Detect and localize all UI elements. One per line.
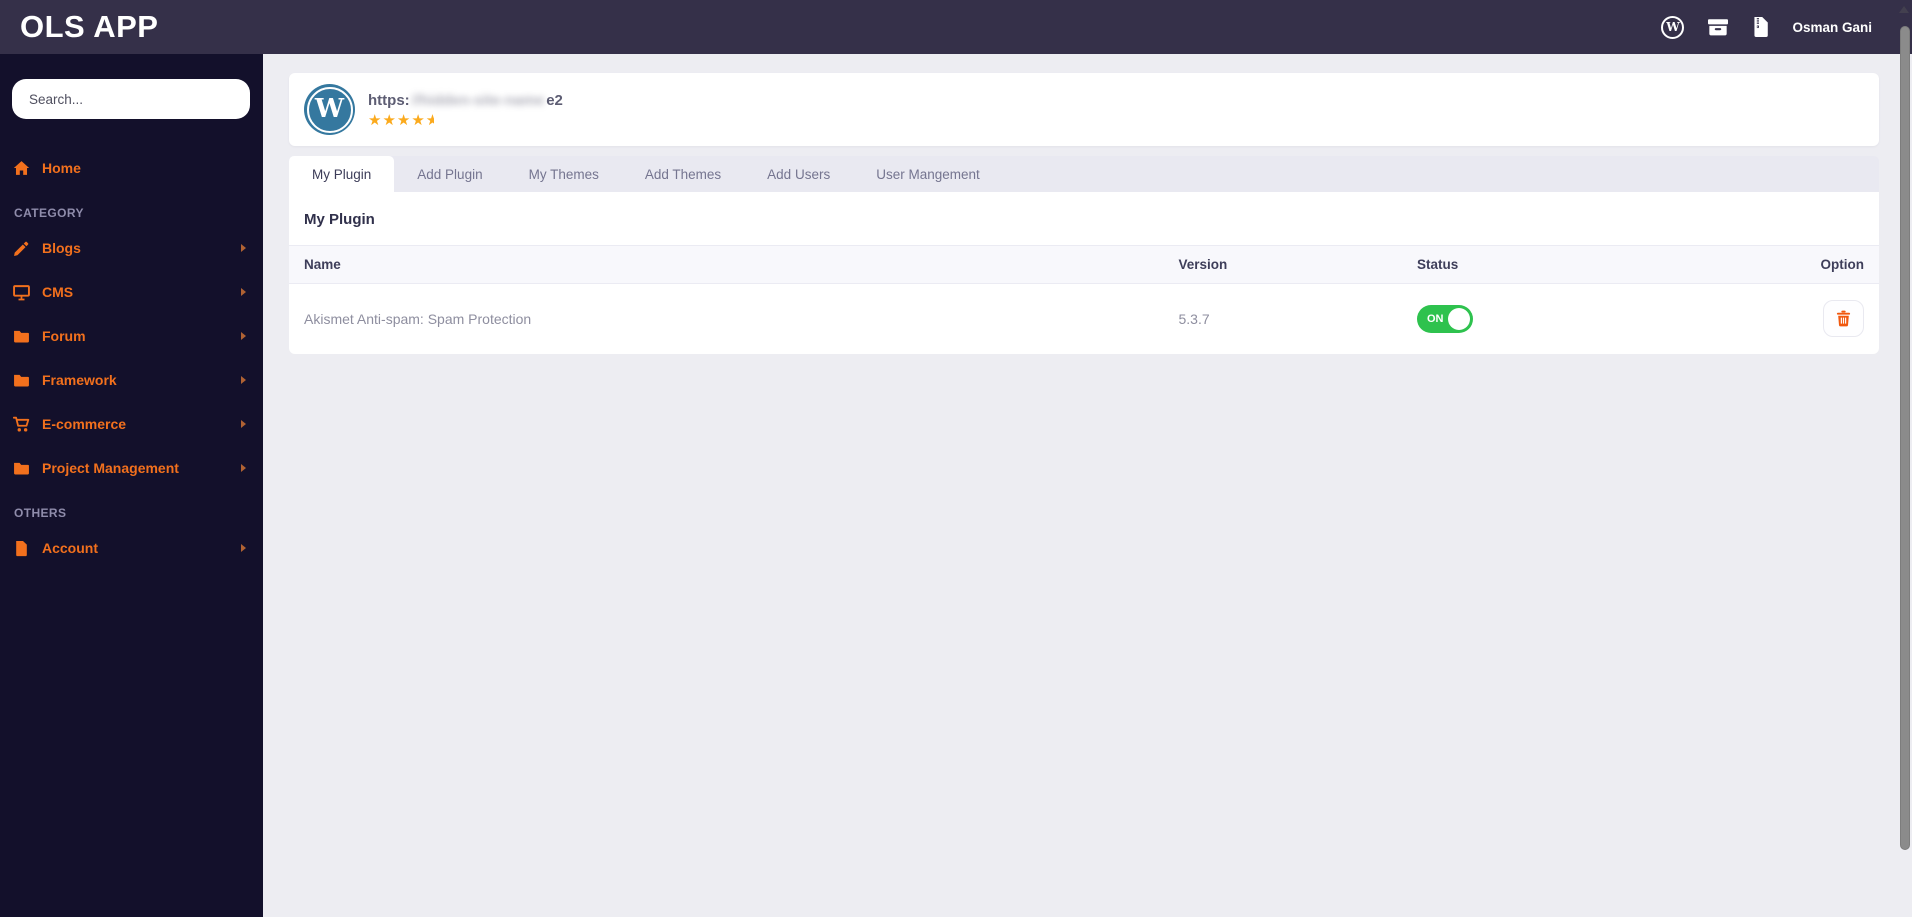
sidebar-item-account[interactable]: Account	[0, 526, 263, 570]
file-icon	[16, 540, 27, 556]
app-logo[interactable]: OLS APP	[20, 9, 158, 45]
tab-add-themes[interactable]: Add Themes	[622, 156, 744, 192]
sidebar-item-framework[interactable]: Framework	[0, 358, 263, 402]
chevron-right-icon	[241, 544, 246, 552]
vertical-scrollbar[interactable]	[1898, 0, 1912, 917]
sidebar: Home CATEGORY Blogs CMS Forum	[0, 54, 263, 917]
toggle-knob	[1448, 307, 1470, 330]
column-header-version: Version	[1163, 245, 1402, 284]
category-list: Blogs CMS Forum Framework E-commerce Pro…	[0, 226, 263, 490]
folder-icon	[14, 374, 29, 387]
others-list: Account	[0, 526, 263, 570]
plugin-name-cell: Akismet Anti-spam: Spam Protection	[304, 310, 532, 327]
sidebar-section-others: OTHERS	[14, 506, 67, 520]
delete-plugin-button[interactable]	[1823, 300, 1864, 338]
chevron-right-icon	[241, 244, 246, 252]
sidebar-item-label: Account	[42, 540, 98, 556]
site-url: https://hidden-site-name e2	[368, 91, 563, 109]
table-header-row: Name Version Status Option	[289, 245, 1879, 284]
chevron-right-icon	[241, 376, 246, 384]
wordpress-avatar: W	[304, 84, 355, 135]
sidebar-item-home[interactable]: Home	[0, 146, 263, 190]
table-row: Akismet Anti-spam: Spam Protection 5.3.7…	[289, 284, 1879, 354]
wordpress-icon[interactable]: W	[1661, 15, 1685, 39]
pen-icon	[14, 241, 29, 256]
tab-my-themes[interactable]: My Themes	[506, 156, 622, 192]
tab-add-users[interactable]: Add Users	[744, 156, 853, 192]
panel-title: My Plugin	[304, 211, 375, 228]
chevron-right-icon	[241, 332, 246, 340]
chevron-right-icon	[241, 288, 246, 296]
sidebar-item-label: Blogs	[42, 240, 81, 256]
sidebar-item-label: Home	[42, 160, 81, 176]
column-header-option: Option	[1751, 245, 1879, 284]
toggle-on-label: ON	[1427, 312, 1444, 325]
cart-icon	[13, 416, 30, 432]
sidebar-item-label: Framework	[42, 372, 117, 388]
tab-user-mangement[interactable]: User Mangement	[853, 156, 1003, 192]
chevron-right-icon	[241, 464, 246, 472]
user-name[interactable]: Osman Gani	[1792, 20, 1872, 35]
scrollbar-thumb[interactable]	[1900, 26, 1910, 850]
redacted-url-segment: //hidden-site-name	[411, 91, 545, 109]
column-header-status: Status	[1402, 245, 1752, 284]
site-header-card: W https://hidden-site-name e2 ★★★★★	[289, 73, 1879, 146]
tab-my-plugin[interactable]: My Plugin	[289, 156, 395, 192]
sidebar-item-forum[interactable]: Forum	[0, 314, 263, 358]
status-toggle[interactable]: ON	[1417, 304, 1473, 333]
sidebar-item-blogs[interactable]: Blogs	[0, 226, 263, 270]
topbar-actions: W Osman Gani	[1661, 15, 1888, 39]
home-icon	[13, 160, 30, 175]
half-star-icon: ★	[425, 112, 434, 128]
sidebar-item-project-management[interactable]: Project Management	[0, 446, 263, 490]
desktop-icon	[13, 284, 30, 300]
sidebar-section-category: CATEGORY	[14, 206, 84, 220]
archive-box-icon[interactable]	[1708, 18, 1729, 36]
main-content: W https://hidden-site-name e2 ★★★★★ My Pl…	[263, 54, 1912, 917]
tab-bar: My Plugin Add Plugin My Themes Add Theme…	[289, 156, 1879, 192]
search-input[interactable]	[12, 79, 250, 119]
column-header-name: Name	[289, 245, 1164, 284]
sidebar-item-label: Forum	[42, 328, 86, 344]
plugins-table: Name Version Status Option Akismet Anti-…	[289, 245, 1879, 354]
folder-icon	[14, 462, 29, 475]
sidebar-item-label: E-commerce	[42, 416, 127, 432]
plugin-status-cell: ON	[1402, 284, 1752, 354]
my-plugin-panel: My Plugin Name Version Status Option Aki…	[289, 192, 1879, 354]
sidebar-item-ecommerce[interactable]: E-commerce	[0, 402, 263, 446]
plugin-version-cell: 5.3.7	[1178, 310, 1210, 327]
plugin-option-cell	[1752, 284, 1879, 354]
scroll-up-arrow-icon[interactable]	[1899, 6, 1909, 13]
sidebar-item-label: Project Management	[42, 460, 179, 476]
trash-icon	[1836, 310, 1851, 327]
file-zip-icon[interactable]	[1752, 17, 1769, 37]
chevron-right-icon	[241, 420, 246, 428]
folder-icon	[14, 330, 29, 343]
sidebar-item-cms[interactable]: CMS	[0, 270, 263, 314]
topbar: OLS APP W Osman Gani	[0, 0, 1912, 54]
star-rating: ★★★★★	[368, 111, 434, 129]
sidebar-item-label: CMS	[42, 284, 74, 300]
tab-add-plugin[interactable]: Add Plugin	[394, 156, 505, 192]
